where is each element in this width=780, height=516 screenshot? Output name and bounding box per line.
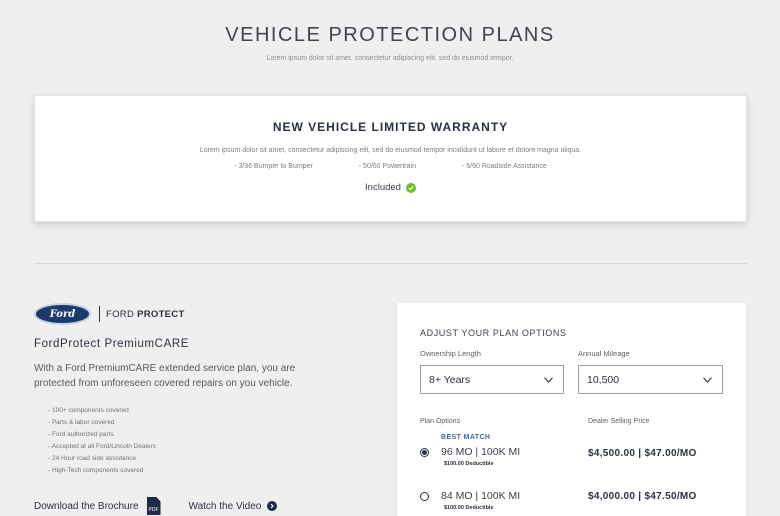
plan-radio-selected[interactable] — [420, 448, 429, 457]
plan-radio[interactable] — [420, 492, 429, 501]
plan-deductible: $100.00 Deductible — [444, 505, 494, 511]
page-subtitle: Lorem ipsum dolor sit amet, consectetur … — [266, 55, 514, 62]
list-item: - Accepted at all Ford/Lincoln Dealers — [48, 443, 157, 450]
plan-option-row[interactable]: 84 MO | 100K MI $100.00 Deductible $4,00… — [420, 487, 730, 516]
warranty-feature: - 50/60 Powertrain — [358, 163, 416, 170]
pdf-icon-label: PDF — [148, 507, 159, 513]
ownership-length-select[interactable]: 8+ Years — [420, 365, 564, 394]
watch-video-link[interactable]: Watch the Video — [189, 501, 278, 512]
benefits-list: - 100+ components covered - Parts & labo… — [48, 405, 156, 477]
plan-price: $4,500.00 | $47.00/MO — [588, 448, 697, 459]
plan-description: With a Ford PremiumCARE extended service… — [34, 363, 296, 389]
plan-option-row[interactable]: BEST MATCH 96 MO | 100K MI $100.00 Deduc… — [420, 433, 730, 473]
list-item: - High-Tech components covered — [48, 467, 144, 474]
brand-name-prefix: FORD — [106, 308, 135, 320]
plan-options-label: Plan Options — [420, 418, 461, 425]
ownership-length-value: 8+ Years — [429, 373, 471, 386]
radio-dot — [422, 450, 427, 455]
page-title: VEHICLE PROTECTION PLANS — [225, 24, 555, 46]
list-item: - 24 Hour road side assistance — [48, 455, 137, 462]
included-status: Included — [35, 182, 746, 193]
watch-video-label: Watch the Video — [188, 500, 262, 512]
arrow-right-icon — [267, 501, 278, 511]
list-item: - Ford authorized parts — [48, 431, 114, 438]
warranty-card: NEW VEHICLE LIMITED WARRANTY Lorem ipsum… — [34, 95, 747, 222]
warranty-title: NEW VEHICLE LIMITED WARRANTY — [272, 120, 509, 134]
chevron-down-icon — [544, 376, 553, 383]
options-title: ADJUST YOUR PLAN OPTIONS — [420, 328, 567, 338]
ford-logo: Ford — [34, 303, 91, 325]
chevron-down-icon — [703, 376, 712, 383]
annual-mileage-value: 10,500 — [587, 373, 620, 386]
plan-deductible: $100.00 Deductible — [444, 461, 494, 467]
ownership-length-label: Ownership Length — [420, 349, 481, 358]
dealer-price-label: Dealer Selling Price — [588, 418, 650, 425]
brand-name: FORD PROTECT — [106, 309, 185, 320]
brand-header: Ford FORD PROTECT — [34, 303, 185, 325]
brand-name-bold: PROTECT — [137, 308, 185, 320]
warranty-description: Lorem ipsum dolor sit amet, consectetur … — [199, 147, 582, 154]
ford-logo-text: Ford — [49, 308, 76, 320]
annual-mileage-label: Annual Mileage — [578, 349, 630, 358]
plan-options-card: ADJUST YOUR PLAN OPTIONS Ownership Lengt… — [397, 303, 746, 516]
section-divider — [34, 263, 747, 264]
links-row: Download the Brochure PDF Watch the Vide… — [34, 497, 278, 515]
plan-term: 96 MO | 100K MI — [441, 446, 521, 458]
list-item: - Parts & labor covered — [48, 419, 115, 426]
warranty-feature: - 5/60 Roadside Assistance — [461, 163, 547, 170]
pdf-icon[interactable]: PDF — [146, 497, 161, 515]
check-icon — [405, 182, 416, 193]
plan-name: FordProtect PremiumCARE — [34, 338, 190, 350]
list-item: - 100+ components covered — [48, 407, 129, 414]
annual-mileage-select[interactable]: 10,500 — [578, 365, 723, 394]
plan-price: $4,000.00 | $47.50/MO — [588, 491, 697, 502]
warranty-feature: - 3/36 Bumper to Bumper — [234, 163, 313, 170]
included-label: Included — [365, 182, 401, 193]
download-brochure-link[interactable]: Download the Brochure — [34, 501, 139, 512]
warranty-features: - 3/36 Bumper to Bumper - 50/60 Powertra… — [35, 163, 746, 170]
brand-separator — [99, 306, 100, 322]
plan-term: 84 MO | 100K MI — [441, 490, 521, 502]
best-match-badge: BEST MATCH — [441, 434, 491, 441]
